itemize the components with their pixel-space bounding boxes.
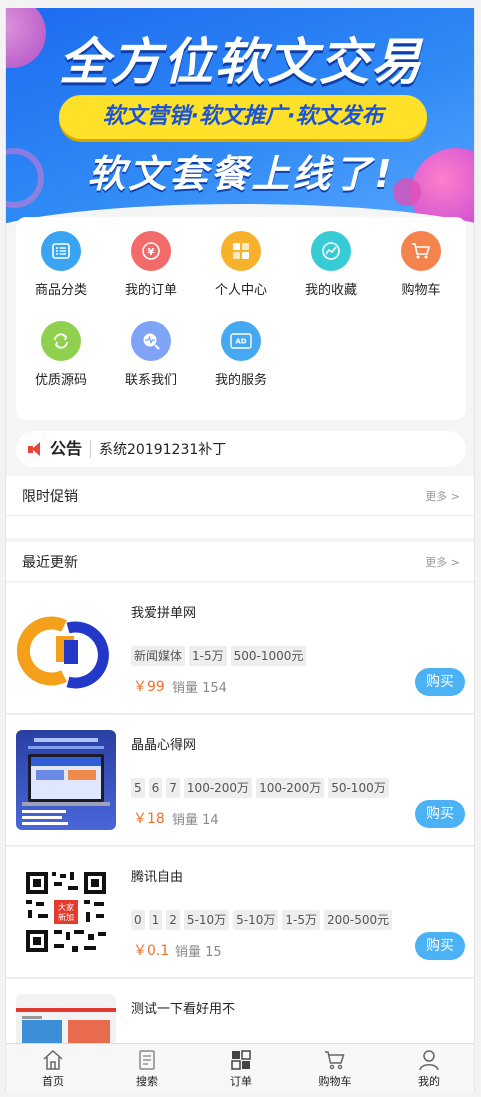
product-thumbnail — [16, 598, 116, 698]
svg-text:¥: ¥ — [148, 247, 155, 258]
buy-button[interactable]: 购买 — [415, 668, 465, 696]
product-tag: 新闻媒体 — [131, 646, 186, 666]
product-tag: 1 — [148, 910, 163, 930]
section-title: 限时促销 — [22, 488, 78, 505]
speaker-icon — [28, 441, 46, 457]
product-price: ￥18 — [133, 811, 165, 827]
product-price: ￥99 — [133, 679, 165, 695]
tab-mine[interactable]: 我的 — [382, 1044, 474, 1093]
notice-bar[interactable]: 公告 系统20191231补丁 — [16, 431, 466, 467]
product-tag: 6 — [148, 778, 163, 798]
product-item[interactable]: 大家 新加 腾讯自由 0 1 2 5-10万 5-10万 1-5万 200-50… — [6, 847, 474, 978]
product-item[interactable]: 我爱拼单网 新闻媒体 1-5万 500-1000元 ￥99 销量 154 购买 — [6, 583, 474, 714]
product-tag: 100-200万 — [256, 778, 325, 798]
menu-label: 个人中心 — [214, 283, 267, 298]
grid-icon — [231, 1050, 251, 1070]
product-name[interactable]: 腾讯自由 — [131, 866, 183, 885]
home-icon — [43, 1049, 63, 1070]
menu-item-services[interactable]: AD 我的服务 — [196, 321, 286, 388]
cart-icon — [325, 1051, 345, 1070]
ad-icon: AD — [221, 321, 261, 361]
product-tag: 5 — [131, 778, 145, 798]
promo-list — [6, 516, 474, 538]
product-tag: 1-5万 — [282, 910, 321, 930]
product-tag: 2 — [166, 910, 180, 930]
recent-section-header: 最近更新 更多 > — [6, 542, 474, 582]
app-page: 全方位软文交易 软文营销·软文推广·软文发布 软文套餐上线了! 商品分类 ¥ 我… — [5, 8, 475, 1093]
tab-orders[interactable]: 订单 — [194, 1044, 288, 1093]
tab-label: 购物车 — [318, 1075, 352, 1088]
menu-item-contact[interactable]: 联系我们 — [106, 321, 196, 388]
menu-item-cart[interactable]: 购物车 — [376, 231, 466, 298]
menu-grid: 商品分类 ¥ 我的订单 个人中心 我的收藏 购物车 优质源码 联系我们 AD 我… — [16, 217, 466, 420]
product-sales: 销量 154 — [172, 681, 227, 696]
product-tags: 新闻媒体 1-5万 500-1000元 — [131, 646, 307, 666]
promo-section-header: 限时促销 更多 > — [6, 476, 474, 516]
menu-item-favorites[interactable]: 我的收藏 — [286, 231, 376, 298]
list-icon — [41, 231, 81, 271]
promo-banner[interactable]: 全方位软文交易 软文营销·软文推广·软文发布 软文套餐上线了! — [6, 8, 474, 233]
product-tag: 200-500元 — [324, 910, 393, 930]
tab-label: 首页 — [42, 1075, 64, 1088]
buy-button[interactable]: 购买 — [415, 800, 465, 828]
tab-search[interactable]: 搜索 — [100, 1044, 194, 1093]
tab-cart[interactable]: 购物车 — [288, 1044, 382, 1093]
product-thumbnail — [16, 730, 116, 830]
product-tag: 0 — [131, 910, 145, 930]
refresh-icon — [41, 321, 81, 361]
search-pulse-icon — [131, 321, 171, 361]
trend-icon — [311, 231, 351, 271]
yen-icon: ¥ — [131, 231, 171, 271]
menu-label: 我的服务 — [214, 373, 267, 388]
cart-icon — [401, 231, 441, 271]
menu-item-profile[interactable]: 个人中心 — [196, 231, 286, 298]
product-thumbnail: 大家 新加 — [16, 862, 116, 962]
menu-label: 我的订单 — [124, 283, 177, 298]
product-name[interactable]: 测试一下看好用不 — [131, 998, 235, 1017]
product-tag: 7 — [166, 778, 180, 798]
tab-label: 搜索 — [136, 1075, 158, 1088]
notice-title: 公告 — [50, 440, 92, 458]
product-sales: 销量 15 — [175, 945, 222, 960]
product-item[interactable]: 晶晶心得网 5 6 7 100-200万 100-200万 50-100万 ￥1… — [6, 715, 474, 846]
svg-text:新加: 新加 — [58, 912, 74, 922]
product-name[interactable]: 晶晶心得网 — [131, 734, 196, 753]
more-link[interactable]: 更多 > — [425, 488, 460, 504]
doc-icon — [139, 1050, 155, 1070]
banner-title: 全方位软文交易 — [59, 33, 423, 91]
menu-label: 购物车 — [401, 283, 441, 298]
product-tags: 5 6 7 100-200万 100-200万 50-100万 — [131, 778, 389, 798]
menu-item-orders[interactable]: ¥ 我的订单 — [106, 231, 196, 298]
tab-label: 我的 — [418, 1075, 440, 1088]
notice-text[interactable]: 系统20191231补丁 — [91, 439, 226, 459]
menu-label: 我的收藏 — [304, 283, 357, 298]
grid-icon — [221, 231, 261, 271]
banner-subtitle: 软文套餐上线了! — [87, 152, 395, 196]
product-tag: 1-5万 — [189, 646, 227, 666]
menu-label: 商品分类 — [34, 283, 87, 298]
svg-text:AD: AD — [235, 338, 246, 346]
menu-label: 优质源码 — [34, 373, 87, 388]
product-tag: 500-1000元 — [230, 646, 307, 666]
product-name[interactable]: 我爱拼单网 — [131, 602, 196, 621]
product-tag: 5-10万 — [233, 910, 279, 930]
product-sales: 销量 14 — [172, 813, 219, 828]
svg-text:大家: 大家 — [58, 902, 74, 912]
menu-label: 联系我们 — [124, 373, 177, 388]
buy-button[interactable]: 购买 — [415, 932, 465, 960]
tab-home[interactable]: 首页 — [6, 1044, 100, 1093]
product-price: ￥0.1 — [133, 943, 170, 959]
product-tags: 0 1 2 5-10万 5-10万 1-5万 200-500元 — [131, 910, 393, 930]
product-tag: 5-10万 — [183, 910, 230, 930]
menu-item-category[interactable]: 商品分类 — [16, 231, 106, 298]
more-link[interactable]: 更多 > — [425, 554, 460, 570]
menu-item-source[interactable]: 优质源码 — [16, 321, 106, 388]
tab-label: 订单 — [230, 1075, 252, 1088]
user-icon — [419, 1050, 439, 1071]
bottom-tab-bar: 首页 搜索 订单 购物车 我的 — [6, 1043, 474, 1093]
product-tag: 50-100万 — [328, 778, 389, 798]
product-tag: 100-200万 — [183, 778, 253, 798]
banner-tagline: 软文营销·软文推广·软文发布 — [59, 95, 427, 139]
section-title: 最近更新 — [22, 554, 78, 571]
